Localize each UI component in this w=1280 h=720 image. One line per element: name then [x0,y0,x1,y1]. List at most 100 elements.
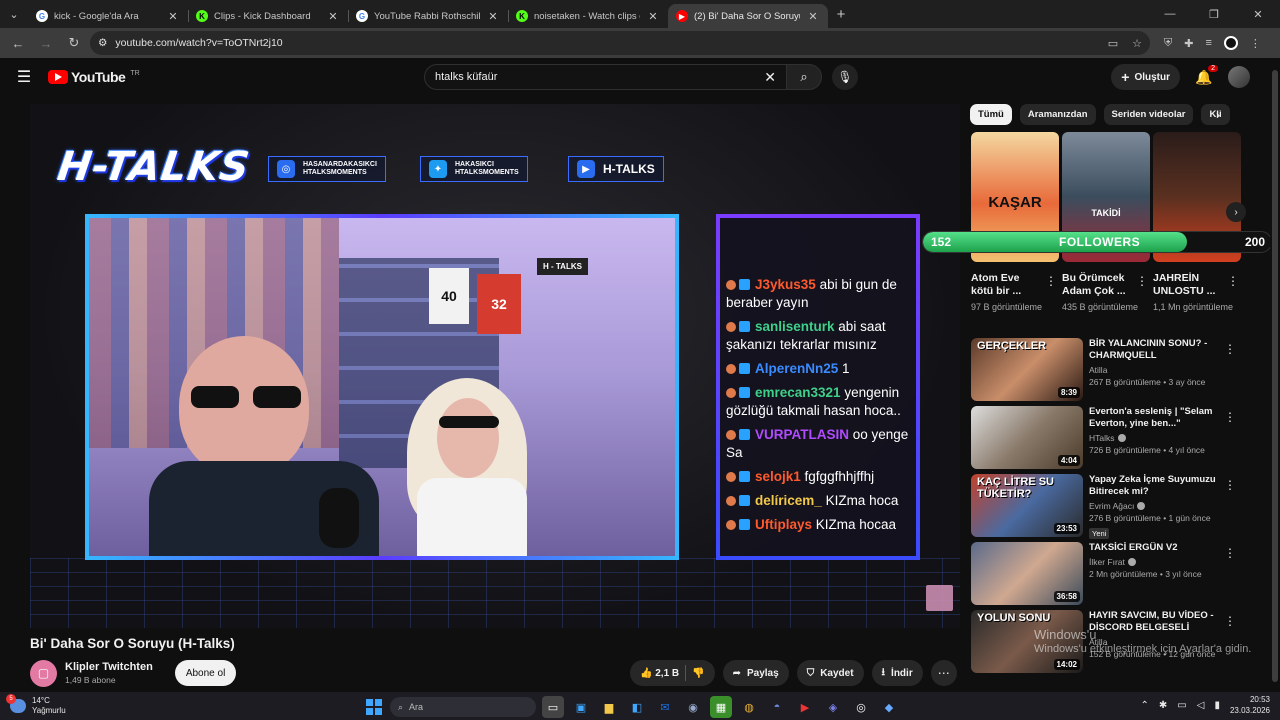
chips-next-icon[interactable]: › [1216,108,1220,122]
profile-icon[interactable] [1223,36,1238,50]
vpn-icon[interactable]: ◆ [878,696,900,718]
create-button[interactable]: + Oluştur [1111,64,1180,90]
address-bar[interactable]: ⚙ youtube.com/watch?v=ToOTNrt2j10 ▭ ☆ [90,31,1150,55]
bluetooth-icon[interactable]: ✱ [1159,700,1167,711]
minimize-icon[interactable]: — [1148,0,1192,28]
clear-search-icon[interactable]: ✕ [764,69,776,86]
filter-chip[interactable]: Seriden videolar [1103,103,1194,125]
search-button[interactable]: ⌕ [786,64,822,90]
recommended-video[interactable]: 4:04 Everton'a sesleniş | "Selam Everton,… [971,406,1246,474]
video-channel[interactable]: İlker Fırat [1089,557,1219,567]
start-button[interactable] [364,697,384,717]
video-channel[interactable]: HTalks [1089,433,1219,443]
volume-icon[interactable]: ◁ [1197,700,1205,711]
youtube-logo[interactable]: YouTube TR [48,69,140,85]
guide-menu-icon[interactable]: ☰ [0,67,48,87]
tab-search-icon[interactable]: ⌄ [0,0,28,28]
tab-close-icon[interactable]: ✕ [486,10,500,23]
notifications-button[interactable]: 🔔 2 [1194,64,1218,86]
obs-icon[interactable]: ◎ [850,696,872,718]
browser-tab[interactable]: G YouTube Rabbi Rothschild - Go ✕ [348,4,508,28]
battery-icon[interactable]: ▮ [1214,700,1220,711]
tab-close-icon[interactable]: ✕ [646,10,660,23]
save-button[interactable]: ⛉ Kaydet [796,660,864,686]
video-thumbnail[interactable]: GERÇEKLER 8:39 [971,338,1083,401]
video-thumbnail[interactable]: KAÇ LİTRE SU TÜKETİR? 23:53 [971,474,1083,537]
channel-avatar[interactable]: ▢ [30,659,57,687]
tab-close-icon[interactable]: ✕ [326,10,340,23]
voice-search-button[interactable]: 🎙 [832,64,858,90]
like-button[interactable]: 👍 2,1 B [640,668,679,679]
cast-icon[interactable]: ▭ [1108,37,1118,50]
dislike-button[interactable]: 👎 [692,668,704,679]
browser-menu-icon[interactable]: ⋮ [1250,37,1261,50]
video-menu-icon[interactable]: ⋮ [1224,478,1236,492]
close-window-icon[interactable]: ✕ [1236,0,1280,28]
video-player[interactable]: H-TALKS ◎ HASANARDAKASIKCI HTALKSMOMENTS ✦ H… [30,104,960,628]
widgets-icon[interactable]: ▣ [570,696,592,718]
media-control-icon[interactable]: ≡ [1205,37,1211,49]
short-card[interactable]: JAHREİN UNLOSTU ... 1,1 Mn görüntüleme ⋮ [1153,132,1241,313]
forward-icon[interactable]: → [34,31,58,55]
filter-chip[interactable]: Tümü [970,103,1012,125]
video-menu-icon[interactable]: ⋮ [1224,546,1236,560]
maximize-icon[interactable]: ❐ [1192,0,1236,28]
recommended-video[interactable]: 36:58 TAKSİCİ ERGÜN V2 İlker Fırat 2 Mn gör… [971,542,1246,610]
chrome-icon[interactable]: ◍ [738,696,760,718]
bookmark-star-icon[interactable]: ☆ [1132,37,1142,50]
search-input[interactable]: htalks küfaür ✕ [424,64,786,90]
recommended-video[interactable]: GERÇEKLER 8:39 BİR YALANCININ SONU? - CHAR… [971,338,1246,406]
scrollbar-thumb[interactable] [1272,70,1278,682]
subscribe-button[interactable]: Abone ol [174,660,237,686]
clock[interactable]: 20:53 23.03.2026 [1230,694,1270,716]
short-card[interactable]: KAŞAR Atom Eve kötü bir ... 97 B görüntüle… [971,132,1059,313]
tab-close-icon[interactable]: ✕ [166,10,180,23]
teams-icon[interactable]: ◈ [822,696,844,718]
account-avatar[interactable] [1228,66,1250,88]
video-menu-icon[interactable]: ⋮ [1224,342,1236,356]
short-menu-icon[interactable]: ⋮ [1136,274,1148,288]
minecraft-icon[interactable]: ▦ [710,696,732,718]
short-menu-icon[interactable]: ⋮ [1045,274,1057,288]
video-channel[interactable]: Evrim Ağacı [1089,501,1219,511]
recommended-video[interactable]: KAÇ LİTRE SU TÜKETİR? 23:53 Yapay Zeka İçm… [971,474,1246,542]
extensions-puzzle-icon[interactable]: ✚ [1184,37,1193,50]
tab-close-icon[interactable]: ✕ [806,10,820,23]
browser-tab[interactable]: ▶ (2) Bi' Daha Sor O Soruyu (H-Ta ✕ [668,4,828,28]
browser-tab[interactable]: Knoisetaken - Watch clips on Kic ✕ [508,4,668,28]
browser-tab[interactable]: Gkick - Google'da Ara ✕ [28,4,188,28]
video-channel[interactable]: Atilla [1089,365,1219,375]
store-icon[interactable]: ◧ [626,696,648,718]
network-icon[interactable]: ▭ [1177,700,1186,711]
host-sunglasses [191,386,301,408]
steam-icon[interactable]: ◉ [682,696,704,718]
outlook-icon[interactable]: ✉ [654,696,676,718]
video-thumbnail[interactable]: 36:58 [971,542,1083,605]
more-actions-button[interactable]: ⋯ [930,660,957,686]
media-player-icon[interactable]: ▶ [794,696,816,718]
short-card[interactable]: TAKİDİ Bu Örümcek Adam Çok ... 435 B görün… [1062,132,1150,313]
site-info-icon[interactable]: ⚙ [98,37,107,49]
chat-message: J3ykus35 abi bi gun de beraber yayın [726,276,910,312]
filter-chip[interactable]: Aramanızdan [1019,103,1096,125]
weather-widget[interactable]: 5 14°C Yağmurlu [6,694,66,716]
task-view-icon[interactable]: ▭ [542,696,564,718]
discord-icon[interactable]: ◓ [766,696,788,718]
taskbar-search[interactable]: ⌕ Ara [390,697,536,717]
reload-icon[interactable]: ↻ [62,31,86,55]
video-thumbnail[interactable]: 4:04 [971,406,1083,469]
channel-name[interactable]: Klipler Twitchten [65,661,153,673]
download-button[interactable]: ⭳ İndir [871,660,923,686]
shield-icon[interactable]: ⛨ [1164,37,1172,50]
video-menu-icon[interactable]: ⋮ [1224,614,1236,628]
file-explorer-icon[interactable]: ▆ [598,696,620,718]
page-scrollbar[interactable] [1270,58,1280,692]
back-icon[interactable]: ← [6,31,30,55]
new-tab-button[interactable]: + [828,6,854,23]
video-menu-icon[interactable]: ⋮ [1224,410,1236,424]
tray-overflow-icon[interactable]: ⌃ [1141,700,1149,711]
share-button[interactable]: ➦ Paylaş [722,660,789,686]
shelf-next-button[interactable]: › [1226,202,1246,222]
browser-tab[interactable]: K Clips - Kick Dashboard ✕ [188,4,348,28]
short-menu-icon[interactable]: ⋮ [1227,274,1239,288]
